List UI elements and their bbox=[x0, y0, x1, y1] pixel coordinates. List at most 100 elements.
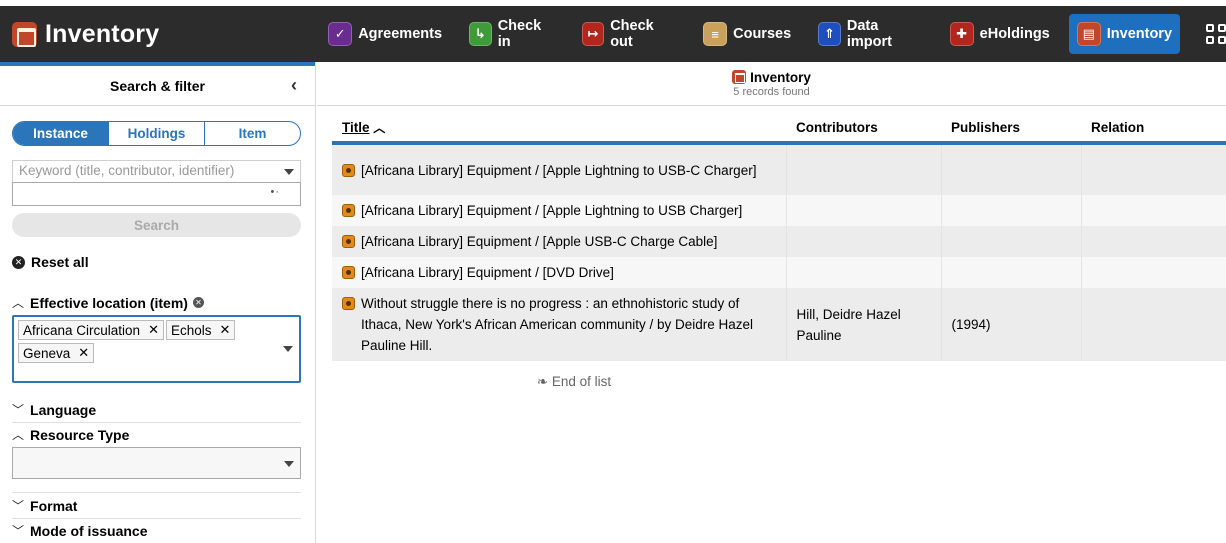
clear-filter-icon[interactable]: ✕ bbox=[192, 297, 204, 308]
eholdings-icon: ✚ bbox=[949, 22, 974, 46]
nav-item-check-in[interactable]: ↳ Check in bbox=[461, 14, 562, 54]
segment-item[interactable]: Item bbox=[204, 122, 300, 145]
nav-item-check-out[interactable]: ↦ Check out bbox=[574, 14, 685, 54]
nav-item-agreements[interactable]: ✓ Agreements bbox=[320, 14, 450, 54]
chevron-down-icon bbox=[284, 461, 294, 467]
column-header-relation[interactable]: Relation bbox=[1081, 114, 1226, 145]
column-header-publishers[interactable]: Publishers bbox=[941, 114, 1081, 145]
nav-item-courses[interactable]: ≡ Courses bbox=[695, 14, 799, 54]
chevron-down-icon: ﹀ bbox=[12, 524, 25, 538]
cell-contributors bbox=[786, 195, 942, 226]
chevron-down-icon: ﹀ bbox=[12, 499, 25, 513]
column-header-contributors[interactable]: Contributors bbox=[786, 114, 941, 145]
title-text[interactable]: Without struggle there is no progress : … bbox=[361, 293, 776, 356]
accordion-resource-type[interactable]: ︿ Resource Type bbox=[12, 426, 301, 443]
clear-circle-icon: ✕ bbox=[12, 255, 25, 269]
search-index-placeholder: Keyword (title, contributor, identifier) bbox=[19, 163, 235, 178]
filter-pane-title: Search & filter bbox=[110, 77, 205, 94]
chevron-down-icon: ﹀ bbox=[12, 403, 25, 417]
nav-label: Check out bbox=[610, 18, 654, 50]
app-nav: ✓ Agreements ↳ Check in ↦ Check out ≡ Courses ⇑ D… bbox=[320, 6, 1181, 62]
end-of-list: ❧ End of list bbox=[536, 374, 612, 389]
search-filter-pane: Search & filter ‹ Instance Holdings Item… bbox=[0, 62, 316, 543]
search-input[interactable]: •· bbox=[12, 182, 301, 206]
title-text[interactable]: [Africana Library] Equipment / [Apple Li… bbox=[361, 200, 742, 221]
accordion-language[interactable]: ﹀ Language bbox=[12, 401, 301, 418]
cell-contributors: Hill, Deidre Hazel Pauline bbox=[786, 288, 942, 361]
divider bbox=[12, 518, 301, 519]
chevron-up-icon: ︿ bbox=[12, 428, 25, 442]
equipment-format-icon bbox=[342, 235, 355, 248]
effective-location-label: Effective location (item) bbox=[30, 294, 188, 311]
records-count: 5 records found bbox=[733, 85, 810, 98]
cell-publishers bbox=[941, 257, 1082, 288]
table-row[interactable]: Without struggle there is no progress : … bbox=[332, 288, 1226, 361]
remove-chip-icon[interactable]: ✕ bbox=[78, 345, 89, 361]
accordion-mode-of-issuance[interactable]: ﹀ Mode of issuance bbox=[12, 522, 301, 539]
search-index-select[interactable]: Keyword (title, contributor, identifier) bbox=[12, 160, 301, 182]
chevron-up-icon: ︿ bbox=[12, 296, 25, 310]
column-header-title[interactable]: Title ︿ bbox=[332, 114, 786, 145]
reset-all-button[interactable]: ✕ Reset all bbox=[12, 254, 89, 270]
title-text[interactable]: [Africana Library] Equipment / [Apple US… bbox=[361, 231, 717, 252]
table-row[interactable]: [Africana Library] Equipment / [DVD Driv… bbox=[332, 257, 1226, 288]
cell-title: Without struggle there is no progress : … bbox=[332, 288, 787, 361]
mode-of-issuance-label: Mode of issuance bbox=[30, 522, 148, 539]
cell-publishers bbox=[941, 226, 1082, 257]
equipment-format-icon bbox=[342, 297, 355, 310]
equipment-format-icon bbox=[342, 204, 355, 217]
inventory-icon bbox=[732, 70, 747, 84]
results-title: Inventory bbox=[750, 69, 811, 85]
collapse-pane-icon[interactable]: ‹ bbox=[291, 75, 297, 96]
equipment-format-icon bbox=[342, 266, 355, 279]
app-title: Inventory bbox=[45, 19, 160, 48]
nav-item-eholdings[interactable]: ✚ eHoldings bbox=[942, 14, 1058, 54]
cell-relation bbox=[1081, 143, 1226, 195]
divider bbox=[12, 492, 301, 493]
sort-ascending-icon: ︿ bbox=[373, 121, 386, 135]
location-chip: Echols ✕ bbox=[165, 320, 236, 340]
nav-item-data-import[interactable]: ⇑ Data import bbox=[810, 14, 931, 54]
inventory-app-icon bbox=[12, 21, 37, 47]
remove-chip-icon[interactable]: ✕ bbox=[148, 322, 159, 338]
resource-type-label: Resource Type bbox=[30, 426, 130, 443]
segment-control: Instance Holdings Item bbox=[12, 121, 301, 146]
chevron-down-icon bbox=[284, 169, 294, 175]
nav-item-inventory[interactable]: ▤ Inventory bbox=[1068, 14, 1181, 54]
chip-label: Africana Circulation bbox=[23, 322, 141, 338]
segment-holdings[interactable]: Holdings bbox=[108, 122, 204, 145]
app-brand[interactable]: Inventory bbox=[0, 6, 314, 62]
divider bbox=[12, 422, 301, 423]
cell-contributors bbox=[786, 257, 942, 288]
accordion-effective-location[interactable]: ︿ Effective location (item) ✕ bbox=[12, 294, 301, 311]
check-in-icon: ↳ bbox=[469, 22, 492, 46]
reset-all-label: Reset all bbox=[31, 254, 89, 270]
title-text[interactable]: [Africana Library] Equipment / [DVD Driv… bbox=[361, 262, 614, 283]
apps-grid-icon[interactable] bbox=[1206, 24, 1226, 44]
table-row[interactable]: [Africana Library] Equipment / [Apple US… bbox=[332, 226, 1226, 257]
filter-pane-header: Search & filter ‹ bbox=[0, 62, 315, 106]
resource-type-select[interactable] bbox=[12, 447, 301, 479]
location-chip: Geneva ✕ bbox=[18, 343, 95, 363]
cell-title: [Africana Library] Equipment / [Apple Li… bbox=[332, 195, 787, 226]
courses-icon: ≡ bbox=[703, 22, 728, 46]
accordion-format[interactable]: ﹀ Format bbox=[12, 497, 301, 514]
search-button[interactable]: Search bbox=[12, 213, 301, 237]
segment-instance[interactable]: Instance bbox=[13, 122, 108, 145]
chevron-down-icon[interactable] bbox=[283, 346, 293, 352]
inventory-icon: ▤ bbox=[1076, 22, 1101, 46]
remove-chip-icon[interactable]: ✕ bbox=[220, 322, 231, 338]
cell-contributors bbox=[786, 143, 942, 195]
table-row[interactable]: [Africana Library] Equipment / [Apple Li… bbox=[332, 195, 1226, 226]
location-chip: Africana Circulation ✕ bbox=[18, 320, 164, 340]
table-row[interactable]: [Africana Library] Equipment / [Apple Li… bbox=[332, 143, 1226, 195]
cell-title: [Africana Library] Equipment / [Apple Li… bbox=[332, 143, 787, 195]
cell-title: [Africana Library] Equipment / [Apple US… bbox=[332, 226, 787, 257]
effective-location-multiselect[interactable]: Africana Circulation ✕ Echols ✕ Geneva ✕ bbox=[12, 315, 301, 383]
chip-label: Geneva bbox=[23, 345, 71, 361]
nav-label: eHoldings bbox=[979, 26, 1050, 42]
title-text[interactable]: [Africana Library] Equipment / [Apple Li… bbox=[361, 160, 756, 181]
equipment-format-icon bbox=[342, 163, 355, 177]
results-header: Inventory 5 records found bbox=[317, 62, 1226, 106]
results-pane: Inventory 5 records found Title ︿ Contri… bbox=[317, 62, 1226, 543]
